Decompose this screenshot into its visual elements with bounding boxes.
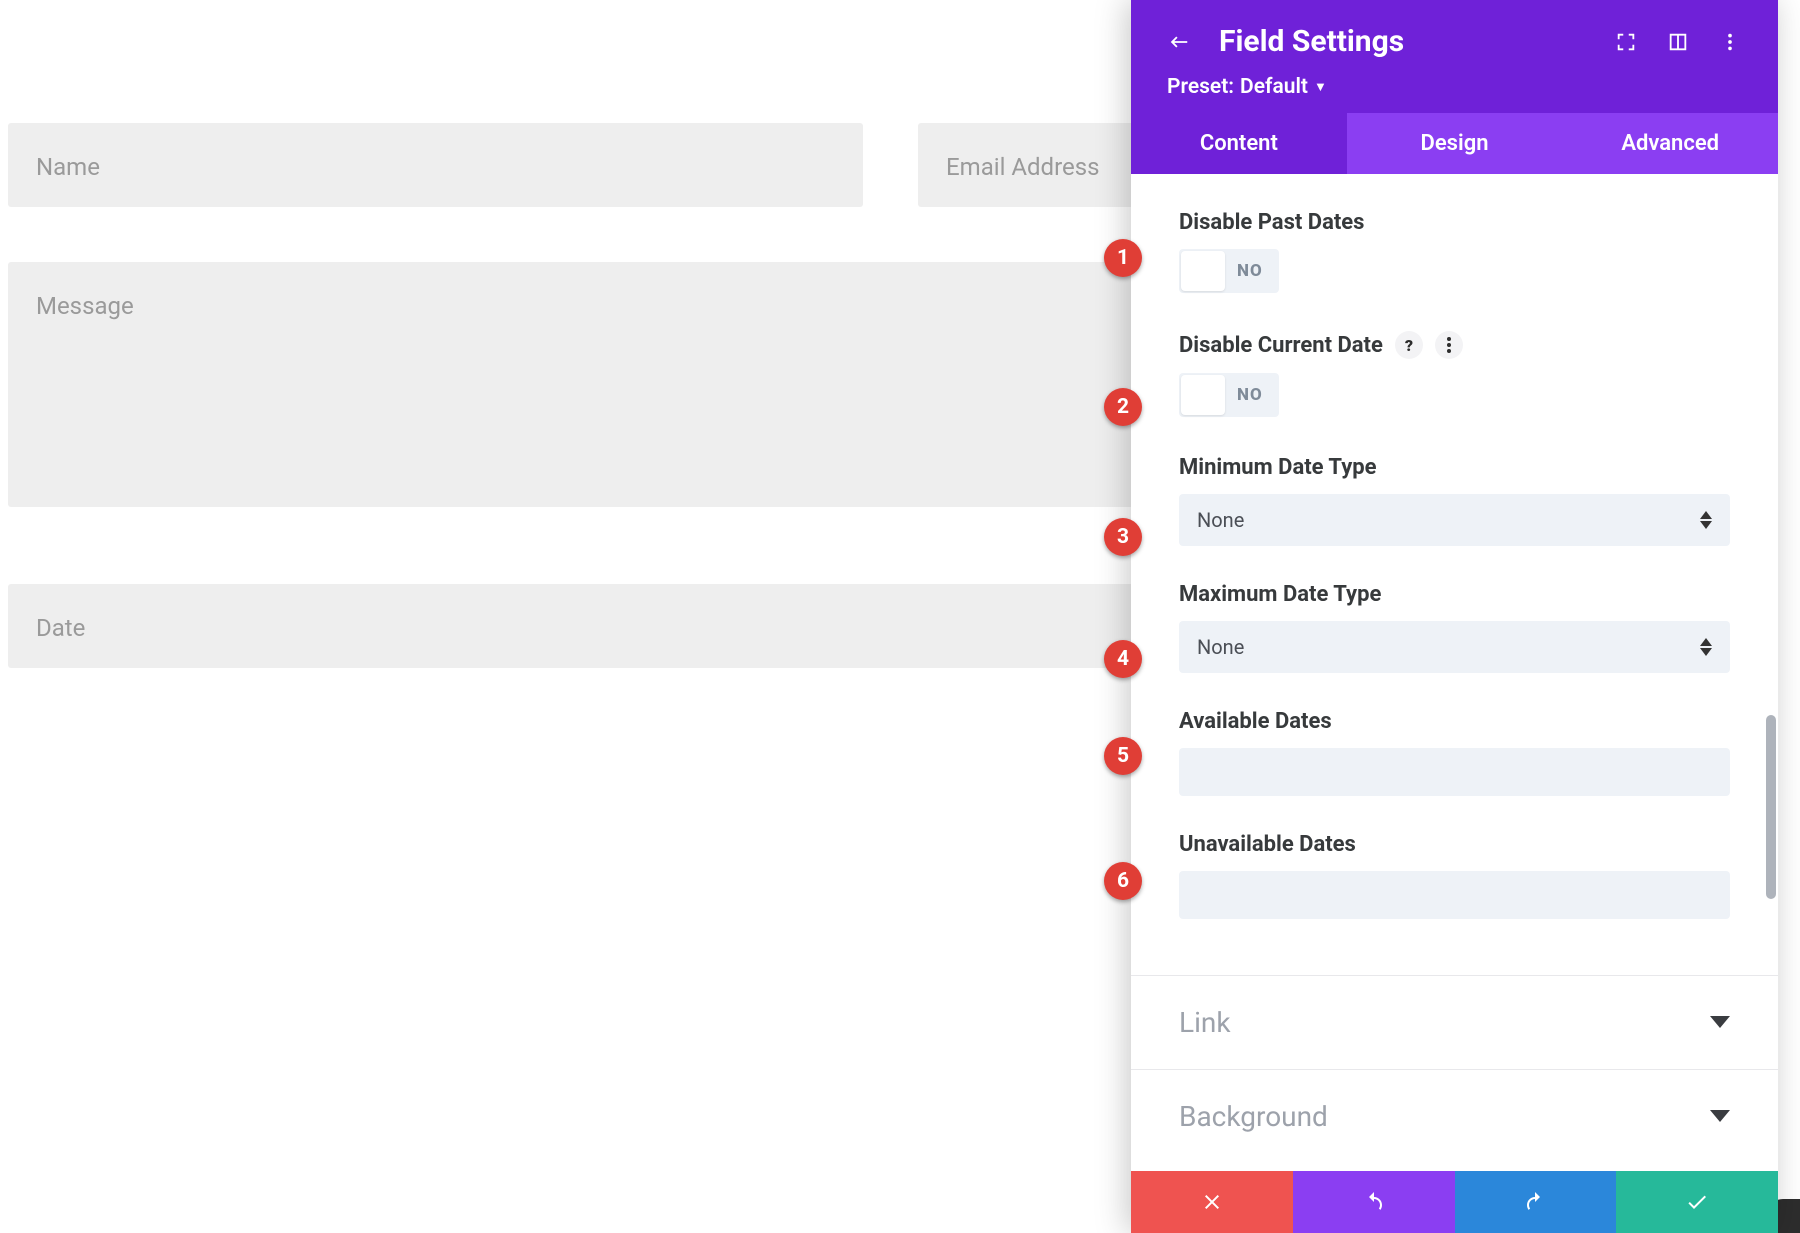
options-icon[interactable] <box>1435 331 1463 359</box>
name-field[interactable]: Name <box>8 123 863 207</box>
unavailable-dates-input[interactable] <box>1179 871 1730 919</box>
accordion-background[interactable]: Background <box>1131 1070 1778 1163</box>
panel-body: Disable Past Dates NO Disable Current Da… <box>1131 174 1778 1171</box>
setting-disable-past-dates: Disable Past Dates NO <box>1179 210 1730 295</box>
disable-current-toggle[interactable]: NO <box>1179 373 1279 417</box>
disable-past-toggle[interactable]: NO <box>1179 249 1279 293</box>
panel-title: Field Settings <box>1219 24 1586 59</box>
caret-down-icon: ▼ <box>1314 79 1327 95</box>
setting-unavailable-dates: Unavailable Dates <box>1179 832 1730 919</box>
save-button[interactable] <box>1616 1171 1778 1233</box>
toggle-state: NO <box>1227 385 1279 405</box>
cancel-button[interactable] <box>1131 1171 1293 1233</box>
min-date-select[interactable]: None <box>1179 494 1730 546</box>
select-arrows-icon <box>1700 511 1712 529</box>
setting-disable-current-date: Disable Current Date ? NO <box>1179 331 1730 419</box>
preset-value: Default <box>1240 75 1308 99</box>
layout-icon[interactable] <box>1666 30 1690 54</box>
chevron-down-icon <box>1710 1107 1730 1126</box>
accordion-title: Link <box>1179 1006 1231 1039</box>
callout-1: 1 <box>1104 239 1142 277</box>
tab-advanced[interactable]: Advanced <box>1562 113 1778 174</box>
back-icon[interactable] <box>1167 30 1191 54</box>
accordion-group: Link Background <box>1131 975 1778 1163</box>
max-date-select[interactable]: None <box>1179 621 1730 673</box>
accordion-link[interactable]: Link <box>1131 976 1778 1070</box>
chevron-down-icon <box>1710 1013 1730 1032</box>
setting-label: Disable Current Date <box>1179 333 1383 358</box>
more-icon[interactable] <box>1718 30 1742 54</box>
settings-panel: Field Settings Preset: Default ▼ Content… <box>1131 0 1778 1233</box>
setting-available-dates: Available Dates <box>1179 709 1730 796</box>
setting-label: Unavailable Dates <box>1179 832 1730 857</box>
toggle-state: NO <box>1227 261 1279 281</box>
help-icon[interactable]: ? <box>1395 331 1423 359</box>
setting-max-date-type: Maximum Date Type None <box>1179 582 1730 673</box>
callout-2: 2 <box>1104 388 1142 426</box>
expand-icon[interactable] <box>1614 30 1638 54</box>
panel-header: Field Settings Preset: Default ▼ <box>1131 0 1778 113</box>
panel-tabs: Content Design Advanced <box>1131 113 1778 174</box>
preset-label: Preset: <box>1167 75 1234 99</box>
preset-selector[interactable]: Preset: Default ▼ <box>1167 75 1742 99</box>
tab-design[interactable]: Design <box>1347 113 1563 174</box>
callout-4: 4 <box>1104 640 1142 678</box>
select-value: None <box>1197 635 1244 659</box>
setting-label: Disable Past Dates <box>1179 210 1730 235</box>
scrollbar-track[interactable] <box>1764 174 1778 1171</box>
scrollbar-thumb[interactable] <box>1766 715 1776 899</box>
callout-5: 5 <box>1104 737 1142 775</box>
select-arrows-icon <box>1700 638 1712 656</box>
setting-label: Available Dates <box>1179 709 1730 734</box>
callout-3: 3 <box>1104 518 1142 556</box>
toggle-knob <box>1181 375 1225 415</box>
tab-content[interactable]: Content <box>1131 113 1347 174</box>
accordion-title: Background <box>1179 1100 1328 1133</box>
panel-footer <box>1131 1171 1778 1233</box>
setting-label: Minimum Date Type <box>1179 455 1730 480</box>
callout-6: 6 <box>1104 862 1142 900</box>
setting-min-date-type: Minimum Date Type None <box>1179 455 1730 546</box>
redo-button[interactable] <box>1455 1171 1617 1233</box>
available-dates-input[interactable] <box>1179 748 1730 796</box>
select-value: None <box>1197 508 1244 532</box>
toggle-knob <box>1181 251 1225 291</box>
setting-label: Maximum Date Type <box>1179 582 1730 607</box>
undo-button[interactable] <box>1293 1171 1455 1233</box>
